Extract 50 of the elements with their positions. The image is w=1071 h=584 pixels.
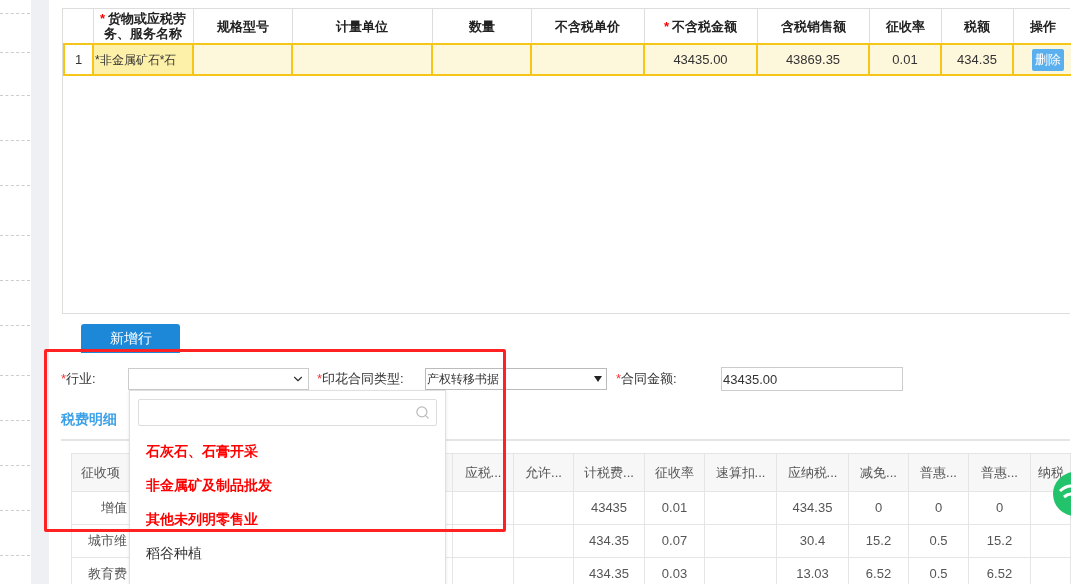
- contract-amount-field[interactable]: 43435.00: [721, 367, 903, 391]
- dropdown-option[interactable]: 稻谷种植: [130, 536, 445, 570]
- table-cell: 43869.35: [757, 44, 869, 75]
- column-header: 应税...: [464, 464, 502, 480]
- table-cell: 0.01: [869, 44, 941, 75]
- table-cell: 0: [995, 500, 1004, 516]
- table-cell: *非金属矿石*石: [93, 44, 193, 75]
- table-cell: 城市维: [88, 533, 127, 549]
- table-cell: 434.35: [589, 533, 629, 549]
- table-cell: 教育费: [88, 566, 127, 582]
- column-header: 征收率: [655, 464, 694, 480]
- table-cell: 0.01: [661, 500, 688, 516]
- table-cell: 43435: [590, 500, 628, 516]
- table-cell: 0.5: [929, 533, 948, 549]
- column-header: 普惠...: [920, 464, 957, 480]
- table-cell: 0: [874, 500, 883, 516]
- delete-button[interactable]: 删除: [1032, 48, 1064, 71]
- add-row-button[interactable]: 新增行: [81, 324, 180, 353]
- table-cell: 0: [934, 500, 943, 516]
- table-cell: 0.5: [929, 566, 948, 582]
- column-header: 普惠...: [981, 464, 1018, 480]
- table-cell: 15.2: [986, 533, 1013, 549]
- table-cell: 0.07: [661, 533, 688, 549]
- table-cell: 13.03: [796, 566, 829, 582]
- table-cell: 30.4: [799, 533, 826, 549]
- table-cell: 6.52: [986, 566, 1013, 582]
- column-header: 纳税: [1037, 464, 1064, 480]
- column-header: 计税费...: [584, 464, 634, 480]
- table-cell: 0.03: [661, 566, 688, 582]
- table-cell: 434.35: [792, 500, 833, 516]
- table-cell: 434.35: [589, 566, 629, 582]
- dropdown-option[interactable]: 其他未列明零售业: [130, 502, 445, 536]
- column-header: 允许...: [525, 464, 562, 480]
- field-label: *合同金额:: [616, 370, 678, 389]
- table-cell: 增值: [101, 500, 127, 516]
- row-number: 1: [64, 44, 93, 75]
- column-header: 速算扣...: [715, 464, 766, 480]
- table-cell: 6.52: [865, 566, 892, 582]
- table-cell: 43435.00: [644, 44, 757, 75]
- field-label: *印花合同类型:: [317, 370, 405, 389]
- column-header: 征收项: [81, 464, 120, 480]
- field-label: *行业:: [61, 370, 97, 389]
- contract-type-select[interactable]: 产权转移书据: [425, 368, 607, 390]
- table-cell: 15.2: [865, 533, 892, 549]
- tax-details-tab[interactable]: 税费明细: [61, 411, 117, 427]
- dropdown-option[interactable]: 石灰石、石膏开采: [130, 434, 445, 468]
- dropdown-option[interactable]: 非金属矿及制品批发: [130, 468, 445, 502]
- column-header: 减免...: [860, 464, 897, 480]
- table-cell: 434.35: [941, 44, 1013, 75]
- column-header: 应纳税...: [787, 464, 838, 480]
